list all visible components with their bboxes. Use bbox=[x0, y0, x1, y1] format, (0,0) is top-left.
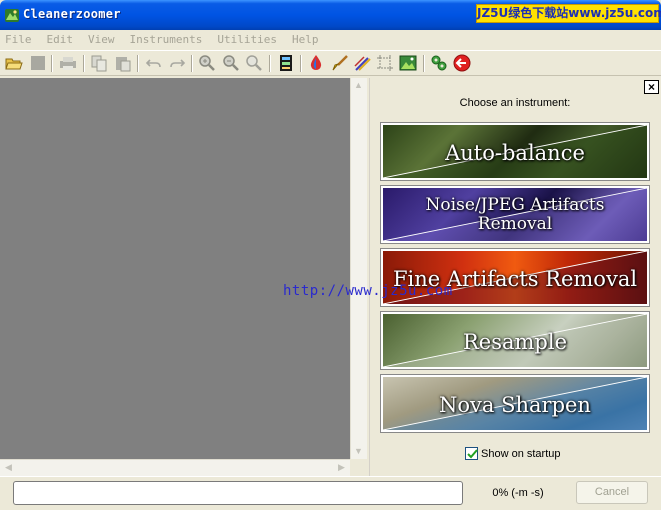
film-strip-icon[interactable] bbox=[277, 54, 295, 72]
toolbar-separator bbox=[269, 55, 271, 72]
horizontal-scrollbar[interactable]: ◀ ▶ bbox=[0, 459, 350, 476]
menu-edit[interactable]: Edit bbox=[47, 30, 74, 49]
instrument-resample-button[interactable]: Resample bbox=[380, 311, 650, 370]
choose-instrument-label: Choose an instrument: bbox=[459, 97, 571, 109]
scroll-corner bbox=[350, 459, 367, 476]
toolbar-separator bbox=[423, 55, 425, 72]
instrument-auto-balance-button[interactable]: Auto-balance bbox=[380, 122, 650, 181]
brush-icon[interactable] bbox=[331, 54, 349, 72]
menu-help[interactable]: Help bbox=[292, 30, 319, 49]
scroll-right-icon[interactable]: ▶ bbox=[334, 460, 349, 475]
menu-view[interactable]: View bbox=[88, 30, 115, 49]
checkmark-icon bbox=[467, 449, 478, 459]
panel-close-button[interactable]: × bbox=[644, 80, 659, 94]
toolbar-separator bbox=[51, 55, 53, 72]
watermark-url-text: http://www.jz5u.com bbox=[283, 283, 453, 299]
toolbar-separator bbox=[300, 55, 302, 72]
instrument-label: Auto-balance bbox=[445, 141, 585, 165]
progress-bar bbox=[13, 481, 463, 505]
zoom-fit-icon[interactable] bbox=[245, 54, 263, 72]
undo-icon[interactable] bbox=[145, 54, 163, 72]
menu-bar: File Edit View Instruments Utilities Hel… bbox=[0, 30, 661, 49]
image-view-area[interactable] bbox=[0, 78, 350, 459]
window-title: Cleanerzoomer bbox=[23, 7, 121, 21]
title-bar: Cleanerzoomer JZ5U绿色下载站www.jz5u.com bbox=[0, 0, 661, 30]
zoom-out-icon[interactable] bbox=[222, 54, 240, 72]
instrument-nova-sharpen-button[interactable]: Nova Sharpen bbox=[380, 374, 650, 433]
back-arrow-icon[interactable] bbox=[453, 54, 471, 72]
cancel-button[interactable]: Cancel bbox=[576, 481, 648, 504]
show-on-startup-option[interactable]: Show on startup bbox=[465, 447, 561, 460]
scroll-left-icon[interactable]: ◀ bbox=[1, 460, 16, 475]
menu-file[interactable]: File bbox=[5, 30, 32, 49]
progress-text: 0% (-m -s) bbox=[492, 487, 544, 499]
watermark-banner: JZ5U绿色下载站www.jz5u.com bbox=[476, 4, 661, 23]
menu-instruments[interactable]: Instruments bbox=[130, 30, 203, 49]
instrument-noise-jpeg-removal-button[interactable]: Noise/JPEG Artifacts Removal bbox=[380, 185, 650, 244]
redo-icon[interactable] bbox=[168, 54, 186, 72]
save-icon[interactable] bbox=[29, 54, 47, 72]
scroll-down-icon[interactable]: ▼ bbox=[351, 444, 366, 459]
instrument-label-line1: Noise/JPEG Artifacts bbox=[425, 195, 605, 215]
settings-icon[interactable] bbox=[430, 54, 448, 72]
color-drop-icon[interactable] bbox=[307, 54, 325, 72]
toolbar-separator bbox=[191, 55, 193, 72]
open-folder-icon[interactable] bbox=[5, 54, 23, 72]
toolbar-separator bbox=[83, 55, 85, 72]
toolbar bbox=[0, 50, 661, 76]
scroll-up-icon[interactable]: ▲ bbox=[351, 78, 366, 93]
copy-icon[interactable] bbox=[90, 54, 108, 72]
image-icon[interactable] bbox=[399, 54, 417, 72]
show-on-startup-label: Show on startup bbox=[481, 447, 561, 460]
show-on-startup-checkbox[interactable] bbox=[465, 447, 478, 460]
menu-utilities[interactable]: Utilities bbox=[217, 30, 277, 49]
zoom-in-icon[interactable] bbox=[198, 54, 216, 72]
vertical-scrollbar[interactable]: ▲ ▼ bbox=[350, 78, 367, 459]
paste-icon[interactable] bbox=[114, 54, 132, 72]
toolbar-separator bbox=[137, 55, 139, 72]
instrument-label: Resample bbox=[462, 330, 568, 354]
print-icon[interactable] bbox=[59, 54, 77, 72]
magic-wand-icon[interactable] bbox=[354, 54, 372, 72]
instrument-label-line2: Removal bbox=[477, 214, 553, 234]
app-icon bbox=[5, 9, 19, 22]
crop-icon[interactable] bbox=[376, 54, 394, 72]
instrument-label: Nova Sharpen bbox=[439, 393, 591, 417]
